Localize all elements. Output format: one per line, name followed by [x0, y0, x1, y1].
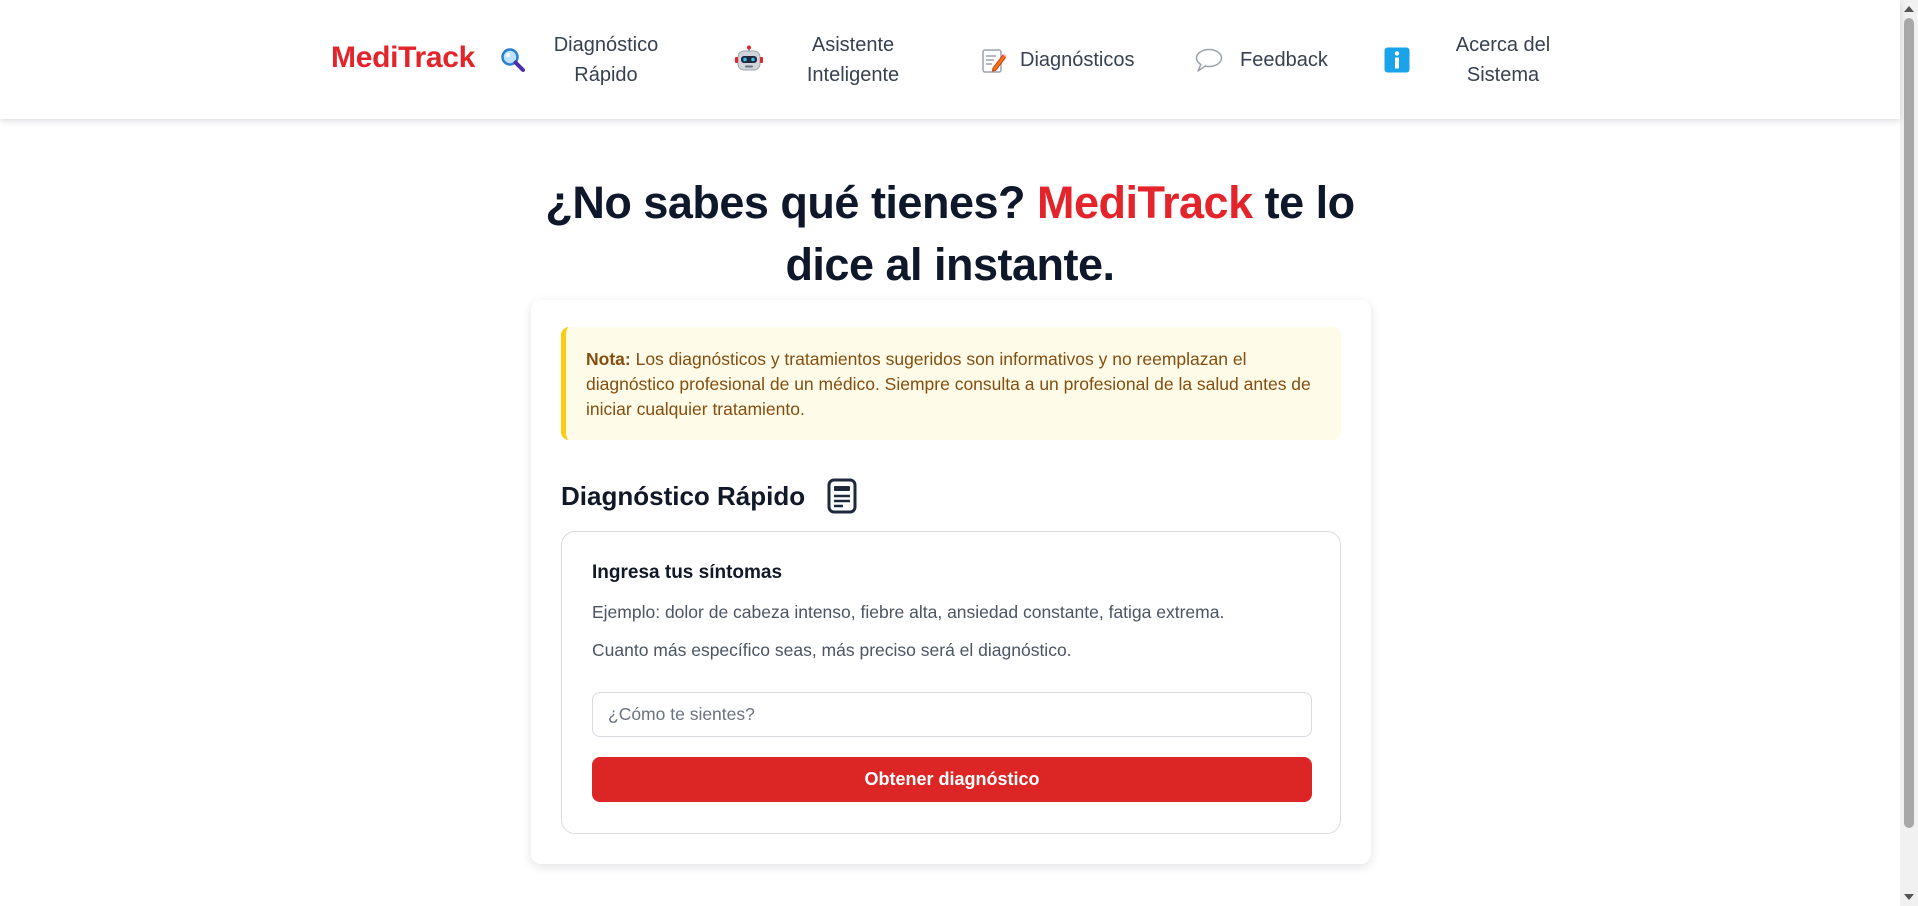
- nav-item-label: Diagnósticos: [1020, 48, 1135, 71]
- brand-logo[interactable]: MediTrack: [331, 41, 475, 75]
- magnifier-icon: [498, 45, 528, 75]
- scroll-up-arrow-icon[interactable]: [1904, 6, 1914, 12]
- info-icon: [1382, 45, 1412, 75]
- hero-title: ¿No sabes qué tienes? MediTrack te lo di…: [520, 172, 1380, 296]
- nav-item-diagnostico-rapido[interactable]: Diagnóstico Rápido: [498, 0, 666, 119]
- section-heading: Diagnóstico Rápido: [561, 477, 859, 515]
- section-title: Diagnóstico Rápido: [561, 480, 806, 511]
- nav-item-diagnosticos[interactable]: Diagnósticos: [978, 0, 1135, 119]
- nav-item-label: Acerca del Sistema: [1455, 33, 1551, 86]
- notice-label: Nota:: [586, 349, 631, 369]
- document-icon: [825, 477, 859, 515]
- nav-item-label: Asistente Inteligente: [806, 33, 900, 86]
- nav-item-acerca-del-sistema[interactable]: Acerca del Sistema: [1382, 0, 1558, 119]
- nav-item-asistente-inteligente[interactable]: Asistente Inteligente: [734, 0, 918, 119]
- get-diagnosis-button[interactable]: Obtener diagnóstico: [592, 757, 1312, 802]
- form-example-text: Ejemplo: dolor de cabeza intenso, fiebre…: [592, 602, 1225, 622]
- nav-item-feedback[interactable]: Feedback: [1194, 0, 1328, 119]
- speech-bubble-icon: [1194, 45, 1224, 75]
- form-heading: Ingresa tus síntomas: [592, 562, 783, 583]
- robot-icon: [734, 45, 764, 75]
- symptoms-form: Ingresa tus síntomas Ejemplo: dolor de c…: [561, 531, 1341, 834]
- scroll-down-arrow-icon[interactable]: [1904, 894, 1914, 900]
- vertical-scrollbar[interactable]: [1900, 0, 1918, 906]
- nav-item-label: Feedback: [1240, 48, 1328, 71]
- notice-text: Los diagnósticos y tratamientos sugerido…: [586, 349, 1311, 419]
- disclaimer-notice: Nota: Los diagnósticos y tratamientos su…: [561, 327, 1341, 440]
- memo-icon: [978, 45, 1008, 75]
- hero-brand: MediTrack: [1037, 177, 1253, 228]
- scrollbar-thumb[interactable]: [1904, 18, 1914, 828]
- top-navbar: MediTrack Diagnóstico Rápido Asistente I…: [0, 0, 1900, 119]
- hero-prefix: ¿No sabes qué tienes?: [545, 177, 1025, 228]
- symptoms-input[interactable]: [592, 692, 1312, 737]
- diagnosis-card: Nota: Los diagnósticos y tratamientos su…: [531, 300, 1371, 864]
- nav-item-label: Diagnóstico Rápido: [553, 33, 659, 86]
- form-hint-text: Cuanto más específico seas, más preciso …: [592, 640, 1072, 660]
